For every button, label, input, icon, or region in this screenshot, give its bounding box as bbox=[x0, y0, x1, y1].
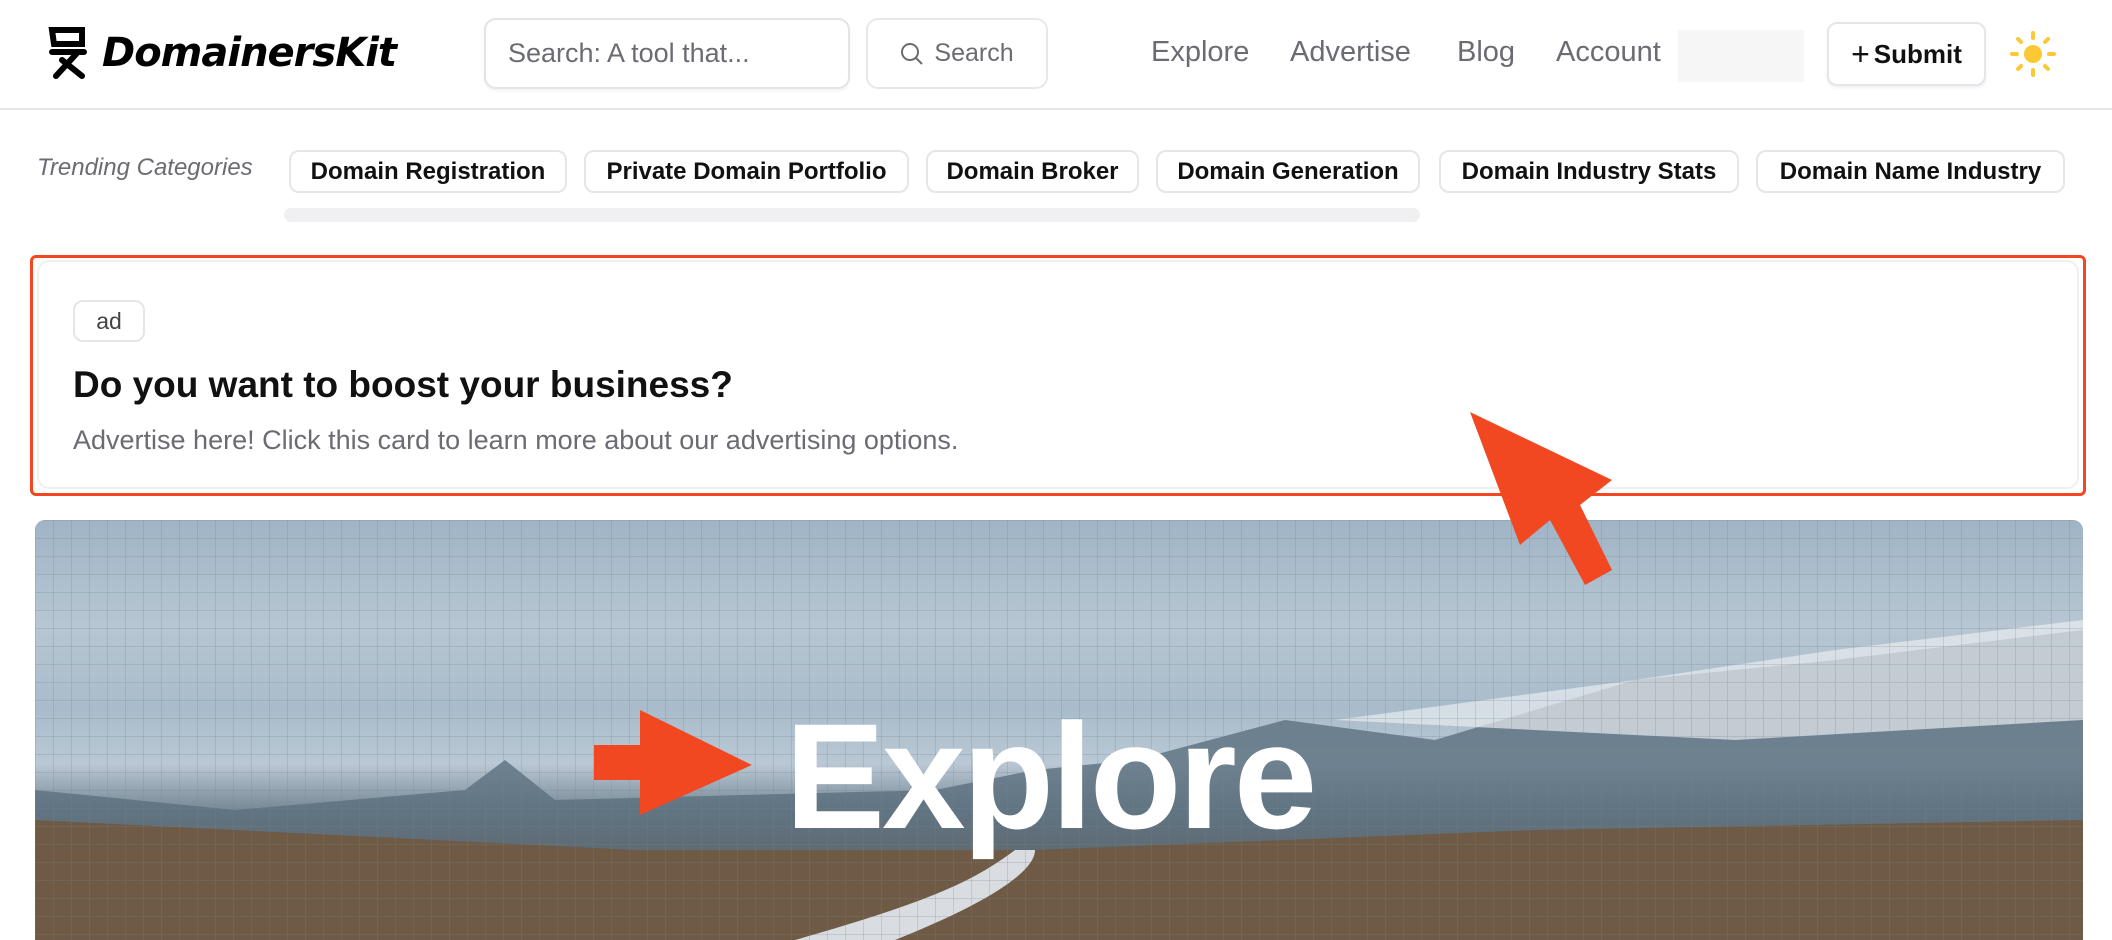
nav-account[interactable]: Account bbox=[1556, 36, 1661, 69]
trending-label: Trending Categories bbox=[37, 154, 253, 181]
search-icon bbox=[901, 42, 924, 65]
hero-banner: Explore bbox=[35, 520, 2083, 940]
search-button[interactable]: Search bbox=[866, 18, 1048, 89]
ad-badge: ad bbox=[73, 300, 145, 342]
category-chip[interactable]: Domain Broker bbox=[926, 150, 1139, 193]
nav-explore[interactable]: Explore bbox=[1151, 36, 1249, 69]
categories-scrollbar[interactable] bbox=[284, 208, 1420, 222]
category-chip[interactable]: Domain Generation bbox=[1156, 150, 1420, 193]
nav-advertise[interactable]: Advertise bbox=[1290, 36, 1411, 69]
logo-text: DomainersKit bbox=[102, 30, 397, 76]
plus-icon: + bbox=[1851, 35, 1870, 72]
category-chip[interactable]: Domain Industry Stats bbox=[1439, 150, 1739, 193]
category-chip[interactable]: Private Domain Portfolio bbox=[584, 150, 909, 193]
search-button-label: Search bbox=[934, 39, 1014, 67]
placeholder-block bbox=[1678, 30, 1804, 82]
ad-title: Do you want to boost your business? bbox=[73, 364, 733, 405]
category-chip[interactable]: Domain Registration bbox=[289, 150, 567, 193]
ad-highlight: ad Do you want to boost your business? A… bbox=[30, 255, 2086, 496]
ad-card[interactable]: ad Do you want to boost your business? A… bbox=[37, 260, 2079, 489]
hero-title: Explore bbox=[785, 692, 1317, 860]
category-chip[interactable]: Domain Name Industry bbox=[1756, 150, 2065, 193]
sun-icon[interactable] bbox=[2010, 31, 2056, 77]
site-header: DomainersKit Search Explore Advertise Bl… bbox=[0, 0, 2112, 110]
logo[interactable]: DomainersKit bbox=[48, 26, 397, 80]
submit-button[interactable]: + Submit bbox=[1827, 22, 1986, 86]
ad-description: Advertise here! Click this card to learn… bbox=[73, 425, 959, 455]
search-input[interactable] bbox=[484, 18, 850, 89]
logo-icon bbox=[48, 27, 87, 79]
nav-blog[interactable]: Blog bbox=[1457, 36, 1515, 69]
submit-label: Submit bbox=[1873, 38, 1962, 69]
